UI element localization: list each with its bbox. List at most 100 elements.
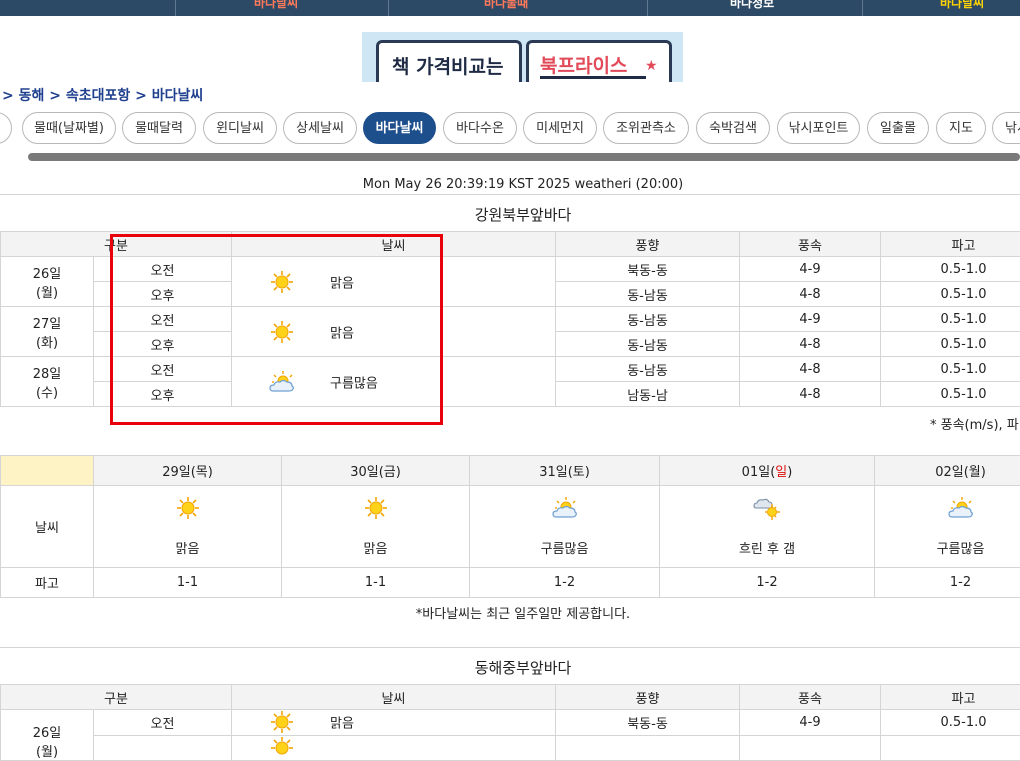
wave-height-cell: 0.5-1.0 <box>881 282 1020 307</box>
wind-speed-cell: 4-9 <box>740 307 881 332</box>
day-label: 01일 <box>742 465 771 480</box>
star-icon: ★ <box>645 58 658 74</box>
period-cell: 오전 <box>94 257 232 282</box>
wave-height-cell: 0.5-1.0 <box>881 332 1020 357</box>
tab-fishing-point[interactable]: 낚시포인트 <box>777 112 860 144</box>
wind-speed-cell: 4-9 <box>740 257 881 282</box>
tab-tide-calendar[interactable]: 물때달력 <box>122 112 196 144</box>
row-label-wave: 파고 <box>1 568 94 598</box>
sun-icon <box>268 320 296 344</box>
weather-row: 날씨 맑음 맑음 구름많음 흐린 후 갬 구름많음 <box>1 486 1020 568</box>
banner-text-left: 책 가격비교는 <box>392 52 504 79</box>
header-weather: 날씨 <box>232 685 556 710</box>
date-day: 27일 <box>33 317 62 332</box>
tab-scrollbar[interactable] <box>28 153 1020 161</box>
wave-height-cell: 0.5-1.0 <box>881 382 1020 407</box>
weather-label: 맑음 <box>364 542 388 557</box>
date-day: 28일 <box>33 367 62 382</box>
tab-sea-weather[interactable]: 바다날씨 <box>363 112 436 144</box>
weather-label: 맑음 <box>330 272 354 291</box>
partly-cloudy-icon <box>947 496 975 520</box>
period-cell: 오후 <box>94 282 232 307</box>
day-label: 30일 <box>350 465 379 480</box>
header-day: 01일(일) <box>660 456 875 486</box>
header-day: 30일(금) <box>282 456 470 486</box>
weather-label: 구름많음 <box>937 542 985 557</box>
top-navigation: 바다날씨 바다물때 바다정보 바다날씨 <box>0 0 1020 16</box>
header-wind-speed: 풍속 <box>740 232 881 257</box>
wind-direction-cell: 북동-동 <box>556 710 740 736</box>
table-row: 26일(월) 오전 맑음 북동-동 4-9 0.5-1.0 <box>1 710 1020 736</box>
nav-item[interactable]: 바다날씨 <box>254 0 298 11</box>
date-cell: 26일 (월) <box>1 257 94 307</box>
weather-label: 흐린 후 갬 <box>739 542 795 557</box>
weekly-wave-cell: 1-2 <box>660 568 875 598</box>
wind-speed-cell: 4-8 <box>740 282 881 307</box>
section-title-east-central: 동해중부앞바다 <box>0 657 1020 678</box>
weekly-weather-cell: 흐린 후 갬 <box>660 486 875 568</box>
weekly-weather-cell: 구름많음 <box>875 486 1020 568</box>
banner-text-right: 북프라이스 <box>540 51 627 78</box>
retention-note: *바다날씨는 최근 일주일만 제공합니다. <box>0 603 1020 622</box>
section-title-gangwon-north: 강원북부앞바다 <box>0 204 1020 225</box>
weather-label: 구름많음 <box>330 372 378 391</box>
divider <box>0 647 1020 648</box>
cloud-then-sun-icon <box>753 496 781 520</box>
wave-height-cell: 0.5-1.0 <box>881 307 1020 332</box>
date-weekday: (월) <box>36 745 58 760</box>
row-label-weather: 날씨 <box>1 486 94 568</box>
tab-fishing[interactable]: 낚시 <box>992 112 1020 144</box>
weekly-forecast-table: 29일(목) 30일(금) 31일(토) 01일(일) 02일(월) 날씨 맑음… <box>0 455 1020 598</box>
tab-sea-temperature[interactable]: 바다수온 <box>443 112 517 144</box>
update-timestamp: Mon May 26 20:39:19 KST 2025 weatheri (2… <box>0 177 1020 192</box>
period-cell: 오전 <box>94 710 232 736</box>
bookprice-banner[interactable]: 책 가격비교는 북프라이스 ★ <box>362 32 683 82</box>
wind-direction-cell: 동-남동 <box>556 332 740 357</box>
weather-label: 맑음 <box>176 542 200 557</box>
tab-map[interactable]: 지도 <box>936 112 986 144</box>
header-category: 구분 <box>1 685 232 710</box>
nav-item[interactable]: 바다정보 <box>730 0 774 11</box>
divider <box>0 194 1020 195</box>
weather-cell: 구름많음 <box>232 357 556 407</box>
date-weekday: (화) <box>36 336 58 351</box>
weather-label: 구름많음 <box>541 542 589 557</box>
date-cell: 26일(월) <box>1 710 94 761</box>
weather-cell: 맑음 <box>232 307 556 357</box>
weekday-paren: ) <box>787 465 792 480</box>
weekly-wave-cell: 1-2 <box>875 568 1020 598</box>
table-row: 28일(수) 오전 구름많음 동-남동 4-8 0.5-1.0 <box>1 357 1020 382</box>
header-empty <box>1 456 94 486</box>
day-label: 29일 <box>162 465 191 480</box>
period-cell: 오후 <box>94 332 232 357</box>
sea-weather-table-2: 구분 날씨 풍향 풍속 파고 26일(월) 오전 맑음 북동-동 4-9 0.5… <box>0 684 1020 761</box>
nav-item[interactable]: 바다물때 <box>484 0 528 11</box>
weekday-label: (토) <box>568 465 590 480</box>
date-weekday: (월) <box>36 286 58 301</box>
wave-height-cell: 0.5-1.0 <box>881 357 1020 382</box>
nav-item[interactable]: 바다날씨 <box>940 0 984 11</box>
breadcrumb[interactable]: > 동해 > 속초대포항 > 바다날씨 <box>2 85 203 105</box>
wind-direction-cell: 동-남동 <box>556 282 740 307</box>
date-day: 26일 <box>33 267 62 282</box>
header-category: 구분 <box>1 232 232 257</box>
wind-direction-cell: 동-남동 <box>556 307 740 332</box>
header-wind-speed: 풍속 <box>740 685 881 710</box>
wind-speed-cell: 4-8 <box>740 382 881 407</box>
day-label: 02일 <box>935 465 964 480</box>
period-cell: 오전 <box>94 357 232 382</box>
header-wave-height: 파고 <box>881 685 1020 710</box>
tab-tide-by-date[interactable]: 물때(날짜별) <box>22 112 116 144</box>
wind-speed-cell: 4-9 <box>740 710 881 736</box>
tab-item[interactable] <box>0 112 12 144</box>
tab-tide-station[interactable]: 조위관측소 <box>603 112 689 144</box>
tab-fine-dust[interactable]: 미세먼지 <box>523 112 597 144</box>
header-day: 29일(목) <box>94 456 282 486</box>
tab-windy-weather[interactable]: 윈디날씨 <box>203 112 277 144</box>
tab-sunrise-sunset[interactable]: 일출몰 <box>867 112 929 144</box>
weekday-label: (월) <box>964 465 986 480</box>
tab-lodging-search[interactable]: 숙박검색 <box>696 112 770 144</box>
units-note: * 풍속(m/s), 파 <box>930 414 1019 433</box>
period-cell: 오전 <box>94 307 232 332</box>
tab-detail-weather[interactable]: 상세날씨 <box>283 112 357 144</box>
